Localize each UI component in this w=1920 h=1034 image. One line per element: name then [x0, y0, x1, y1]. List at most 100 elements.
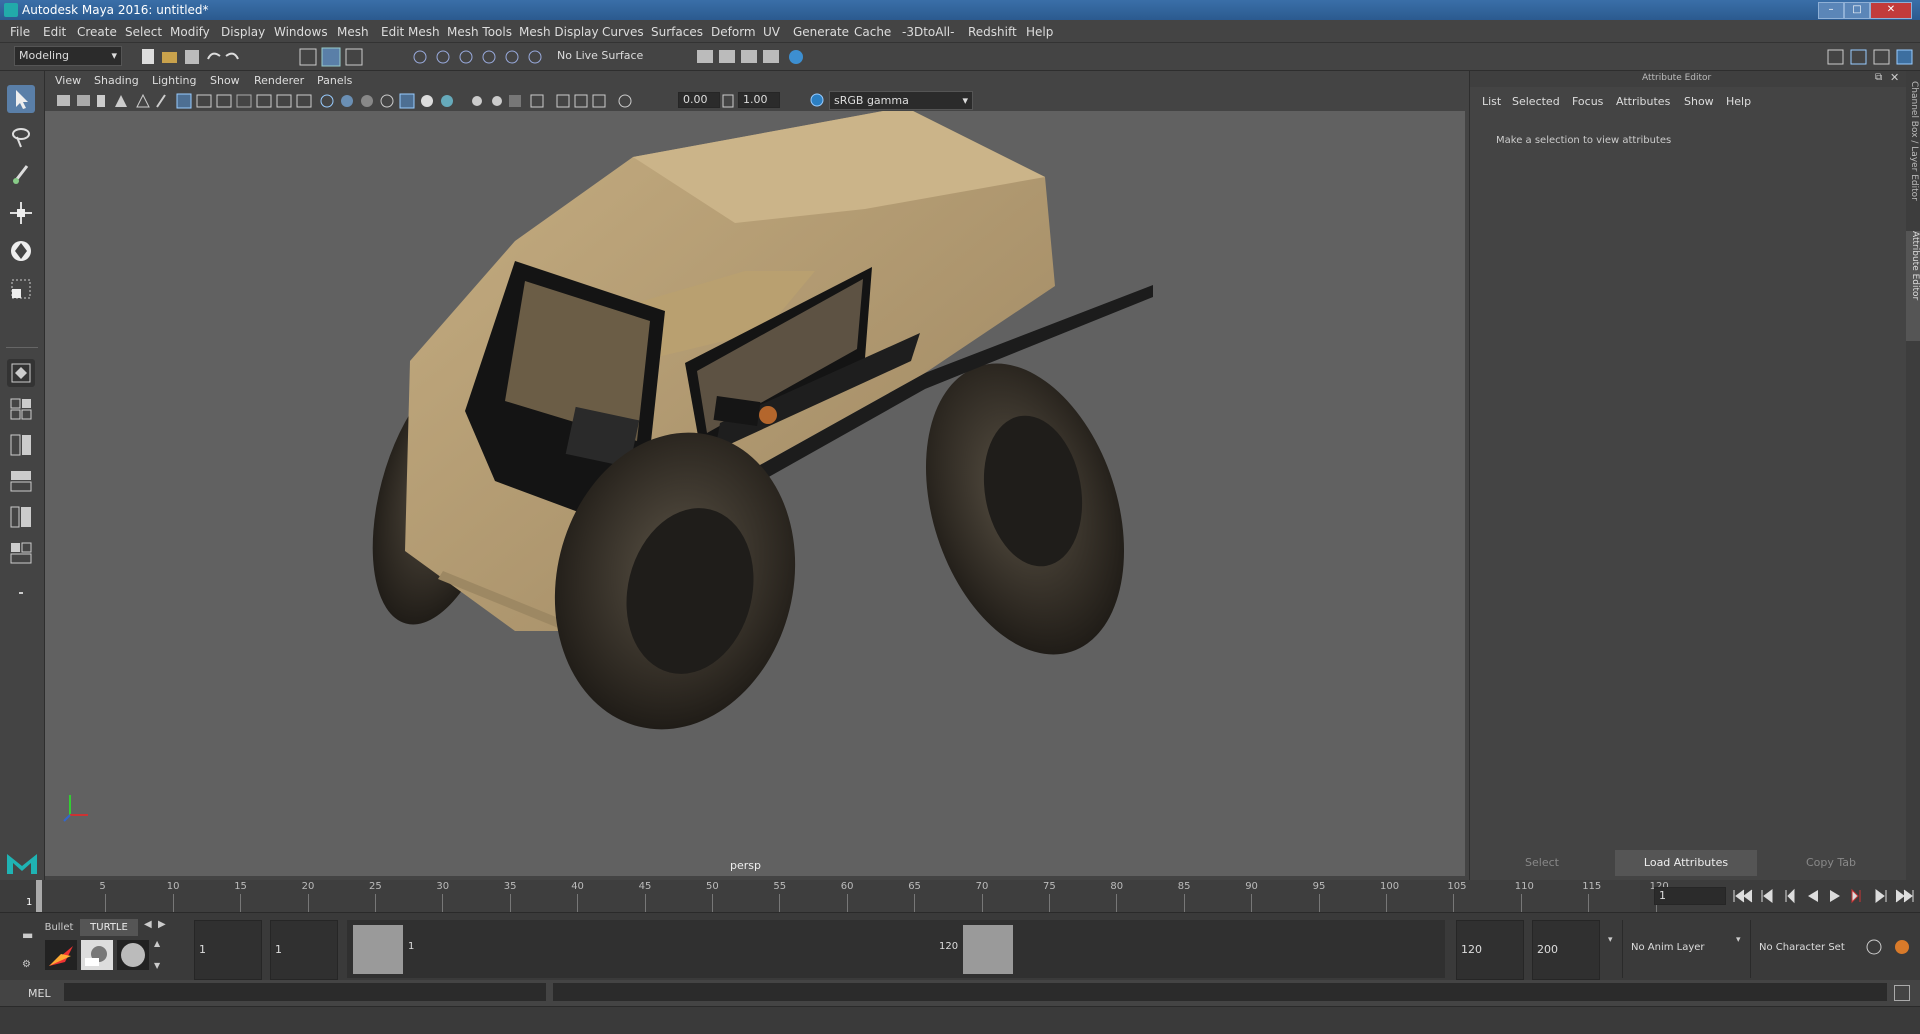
shelf-menu-icon[interactable]: ▬: [22, 928, 33, 942]
anim-layer-menu-icon[interactable]: ▾: [1608, 935, 1613, 945]
select-button[interactable]: Select: [1473, 850, 1611, 876]
menu-curves[interactable]: Curves: [602, 25, 644, 39]
shelf-tab-turtle[interactable]: TURTLE: [80, 919, 138, 936]
menu-mesh[interactable]: Mesh: [337, 25, 369, 39]
scale-tool-button[interactable]: [7, 275, 35, 303]
selection-mask-icons[interactable]: [298, 46, 378, 68]
chevron-down-icon: ▾: [111, 49, 117, 62]
range-slider-end-handle[interactable]: [963, 925, 1013, 974]
layout-single-button[interactable]: [7, 359, 35, 387]
menu-generate[interactable]: Generate: [793, 25, 849, 39]
anim-layer-dropdown[interactable]: No Anim Layer: [1622, 920, 1733, 978]
shelf-settings-icon[interactable]: ⚙: [22, 959, 31, 970]
vp-menu-panels[interactable]: Panels: [317, 74, 352, 87]
shelf-scroll-up-icon[interactable]: ▲: [154, 939, 160, 948]
menu-display[interactable]: Display: [221, 25, 265, 39]
layout-two-stack-button[interactable]: [7, 467, 35, 495]
layout-outliner-button[interactable]: [7, 503, 35, 531]
menu-edit[interactable]: Edit: [43, 25, 66, 39]
animation-start-field[interactable]: 1: [194, 920, 262, 980]
menu-deform[interactable]: Deform: [711, 25, 756, 39]
playback-start-field[interactable]: 1: [270, 920, 338, 980]
minimize-button[interactable]: –: [1818, 2, 1844, 19]
move-tool-button[interactable]: [7, 199, 35, 227]
character-set-menu-icon[interactable]: ▾: [1736, 935, 1741, 945]
menu-3dtoall[interactable]: -3DtoAll-: [902, 25, 954, 39]
rotate-tool-button[interactable]: [7, 237, 35, 265]
gamma-field[interactable]: 1.00: [738, 92, 780, 108]
shelf-sphere-icon[interactable]: [117, 940, 149, 970]
playback-end-field[interactable]: 120: [1456, 920, 1524, 980]
channel-box-tab[interactable]: Channel Box / Layer Editor: [1907, 81, 1919, 221]
vp-menu-show[interactable]: Show: [210, 74, 240, 87]
vp-menu-view[interactable]: View: [55, 74, 81, 87]
menu-cache[interactable]: Cache: [854, 25, 891, 39]
menu-modify[interactable]: Modify: [170, 25, 210, 39]
menu-mesh-display[interactable]: Mesh Display: [519, 25, 599, 39]
ae-menu-selected[interactable]: Selected: [1512, 95, 1560, 108]
timeline-tick-mark: [307, 894, 309, 912]
animation-end-field[interactable]: 200: [1532, 920, 1600, 980]
mode-dropdown[interactable]: Modeling ▾: [14, 46, 122, 66]
ae-menu-show[interactable]: Show: [1684, 95, 1714, 108]
close-panel-icon[interactable]: ✕: [1890, 71, 1899, 84]
command-input[interactable]: [64, 983, 546, 1001]
panel-layout-icons[interactable]: [1826, 46, 1916, 68]
menu-windows[interactable]: Windows: [274, 25, 328, 39]
menu-surfaces[interactable]: Surfaces: [651, 25, 703, 39]
maximize-button[interactable]: □: [1844, 2, 1870, 19]
anim-pref-icons[interactable]: [1864, 937, 1918, 957]
color-management-icon[interactable]: [809, 92, 825, 108]
snap-icons[interactable]: [410, 46, 550, 68]
lasso-tool-button[interactable]: [7, 123, 35, 151]
range-slider-track[interactable]: 1 120: [347, 920, 1445, 978]
menu-create[interactable]: Create: [77, 25, 117, 39]
layout-four-button[interactable]: [7, 395, 35, 423]
menu-mesh-tools[interactable]: Mesh Tools: [447, 25, 512, 39]
vp-menu-lighting[interactable]: Lighting: [152, 74, 196, 87]
select-component-icon: [345, 48, 363, 66]
range-slider-start-handle[interactable]: [353, 925, 403, 974]
shelf-scroll-right-icon[interactable]: ▶: [158, 919, 166, 930]
float-panel-icon[interactable]: ⧉: [1875, 72, 1882, 83]
copy-tab-button[interactable]: Copy Tab: [1761, 850, 1901, 876]
current-frame-field[interactable]: 1: [1654, 887, 1726, 905]
time-slider[interactable]: 1 5 10 15 20 25 30 35 40 45 50 55 60 65 70 75 80 85 90 95 1…: [0, 880, 1920, 912]
shelf-tab-bullet[interactable]: Bullet: [40, 919, 78, 936]
mel-label[interactable]: MEL: [28, 987, 51, 1000]
ae-menu-attributes[interactable]: Attributes: [1616, 95, 1670, 108]
shelf-scroll-down-icon[interactable]: ▼: [154, 961, 160, 970]
render-icons[interactable]: [695, 46, 825, 68]
select-tool-button[interactable]: [7, 85, 35, 113]
ae-menu-focus[interactable]: Focus: [1572, 95, 1603, 108]
menu-edit-mesh[interactable]: Edit Mesh: [381, 25, 440, 39]
menu-redshift[interactable]: Redshift: [968, 25, 1017, 39]
layout-two-side-button[interactable]: [7, 431, 35, 459]
shelf-material-icon[interactable]: [81, 940, 113, 970]
layout-graph-button[interactable]: [7, 539, 35, 567]
snap-vertex-icon: [528, 50, 542, 64]
ae-menu-list[interactable]: List: [1482, 95, 1501, 108]
menu-help[interactable]: Help: [1026, 25, 1053, 39]
close-window-button[interactable]: ✕: [1870, 2, 1912, 19]
exposure-field[interactable]: 0.00: [678, 92, 720, 108]
layout-more-button[interactable]: [7, 579, 35, 607]
color-space-dropdown[interactable]: sRGB gamma ▾: [829, 91, 973, 110]
ae-menu-help[interactable]: Help: [1726, 95, 1751, 108]
script-editor-icon[interactable]: [1894, 985, 1910, 1001]
panel-toolbar-icons[interactable]: [57, 93, 697, 109]
live-surface-label[interactable]: No Live Surface: [557, 49, 643, 62]
menu-uv[interactable]: UV: [763, 25, 780, 39]
vp-menu-renderer[interactable]: Renderer: [254, 74, 304, 87]
shelf-redshift-icon[interactable]: [45, 940, 77, 970]
vp-menu-shading[interactable]: Shading: [94, 74, 139, 87]
viewport-persp[interactable]: persp: [45, 111, 1465, 876]
menu-select[interactable]: Select: [125, 25, 162, 39]
playback-controls[interactable]: [1730, 886, 1916, 906]
load-attributes-button[interactable]: Load Attributes: [1615, 850, 1757, 876]
paint-select-tool-button[interactable]: [7, 161, 35, 189]
menu-file[interactable]: File: [10, 25, 30, 39]
attribute-editor-tab[interactable]: Attribute Editor: [1906, 231, 1920, 341]
character-set-dropdown[interactable]: No Character Set: [1750, 920, 1863, 978]
shelf-scroll-left-icon[interactable]: ◀: [144, 919, 152, 930]
